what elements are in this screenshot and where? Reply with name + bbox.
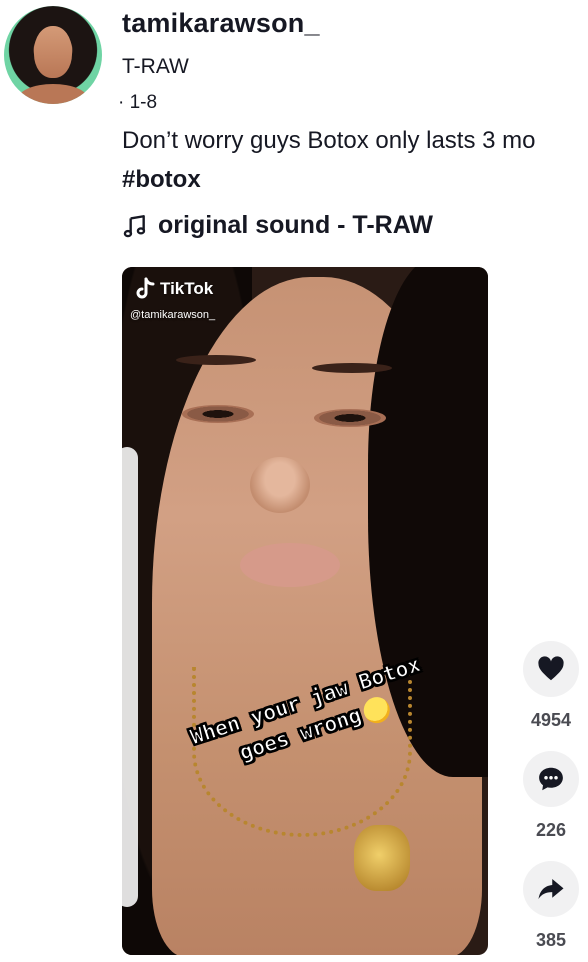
music-note-icon <box>123 214 146 237</box>
video-frame-brow-left <box>176 355 256 365</box>
hashtag-link[interactable]: #botox <box>122 166 201 194</box>
tiktok-logo-icon <box>136 277 155 299</box>
tiktok-post-page: tamikarawson_ T-RAW · 1-8 Don’t worry gu… <box>0 0 588 962</box>
video-frame-eye-right <box>314 409 386 427</box>
post-date: · 1-8 <box>118 92 158 113</box>
watermark-handle: @tamikarawson_ <box>130 309 216 321</box>
video-frame-brow-right <box>312 363 392 373</box>
sound-label: original sound - T-RAW <box>158 211 433 239</box>
like-button[interactable] <box>523 641 579 697</box>
video-frame-lips <box>240 543 340 587</box>
video-frame-pendant <box>354 825 410 891</box>
share-button[interactable] <box>523 861 579 917</box>
like-count: 4954 <box>530 710 572 730</box>
video-frame-phone-edge <box>122 447 138 907</box>
post-caption: Don’t worry guys Botox only lasts 3 mo <box>122 127 536 154</box>
avatar-face <box>34 26 72 78</box>
sound-link[interactable]: original sound - T-RAW <box>122 211 433 240</box>
share-count: 385 <box>535 930 567 950</box>
video-player[interactable]: TikTok @tamikarawson_ When your jaw Boto… <box>122 267 488 955</box>
watermark-brand: TikTok <box>160 279 214 298</box>
comment-count: 226 <box>535 820 567 840</box>
heart-icon <box>538 656 564 681</box>
comment-button[interactable] <box>523 751 579 807</box>
avatar-shoulder <box>18 84 88 104</box>
author-username[interactable]: tamikarawson_ <box>122 8 320 39</box>
tiktok-watermark: TikTok <box>134 277 213 301</box>
video-frame-nose <box>250 457 310 513</box>
video-frame-eye-left <box>182 405 254 423</box>
share-arrow-icon <box>538 879 564 899</box>
author-avatar[interactable] <box>4 6 102 104</box>
comment-icon <box>539 767 563 791</box>
author-nickname: T-RAW <box>122 55 189 78</box>
